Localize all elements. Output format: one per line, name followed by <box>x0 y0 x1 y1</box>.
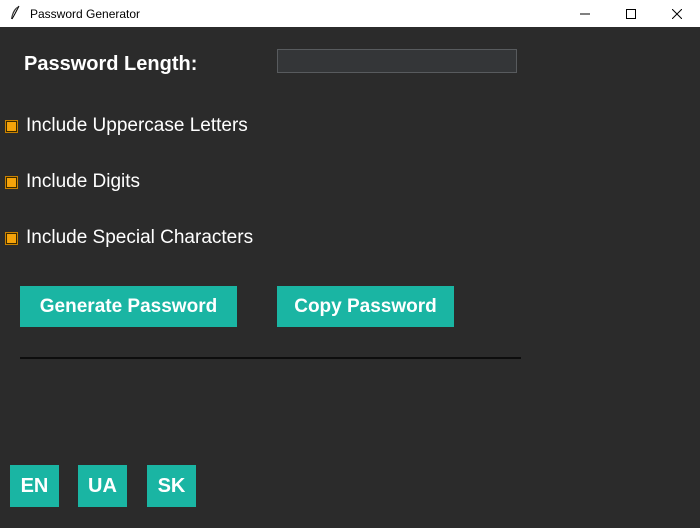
password-output <box>20 333 521 355</box>
minimize-icon <box>580 9 590 19</box>
password-length-input[interactable] <box>277 49 517 73</box>
uppercase-option[interactable]: Include Uppercase Letters <box>6 114 248 138</box>
maximize-button[interactable] <box>608 0 654 27</box>
language-ua-button[interactable]: UA <box>78 465 127 507</box>
digits-label: Include Digits <box>26 171 141 192</box>
language-sk-button[interactable]: SK <box>147 465 196 507</box>
output-divider <box>20 357 521 359</box>
main-panel: Password Length: Include Uppercase Lette… <box>0 27 700 528</box>
special-characters-label: Include Special Characters <box>26 227 254 248</box>
digits-checkbox[interactable] <box>6 176 17 188</box>
uppercase-label: Include Uppercase Letters <box>26 115 248 136</box>
close-button[interactable] <box>654 0 700 27</box>
generate-password-button[interactable]: Generate Password <box>20 286 237 327</box>
title-bar: Password Generator <box>0 0 700 27</box>
special-characters-option[interactable]: Include Special Characters <box>6 226 253 250</box>
uppercase-checkbox[interactable] <box>6 120 17 132</box>
language-en-button[interactable]: EN <box>10 465 59 507</box>
special-characters-checkbox[interactable] <box>6 232 17 244</box>
digits-option[interactable]: Include Digits <box>6 170 140 194</box>
copy-password-button[interactable]: Copy Password <box>277 286 454 327</box>
maximize-icon <box>626 8 636 19</box>
minimize-button[interactable] <box>562 0 608 27</box>
window-title: Password Generator <box>30 7 141 21</box>
password-length-label: Password Length: <box>24 53 198 75</box>
feather-icon <box>8 5 22 21</box>
close-icon <box>672 8 682 19</box>
